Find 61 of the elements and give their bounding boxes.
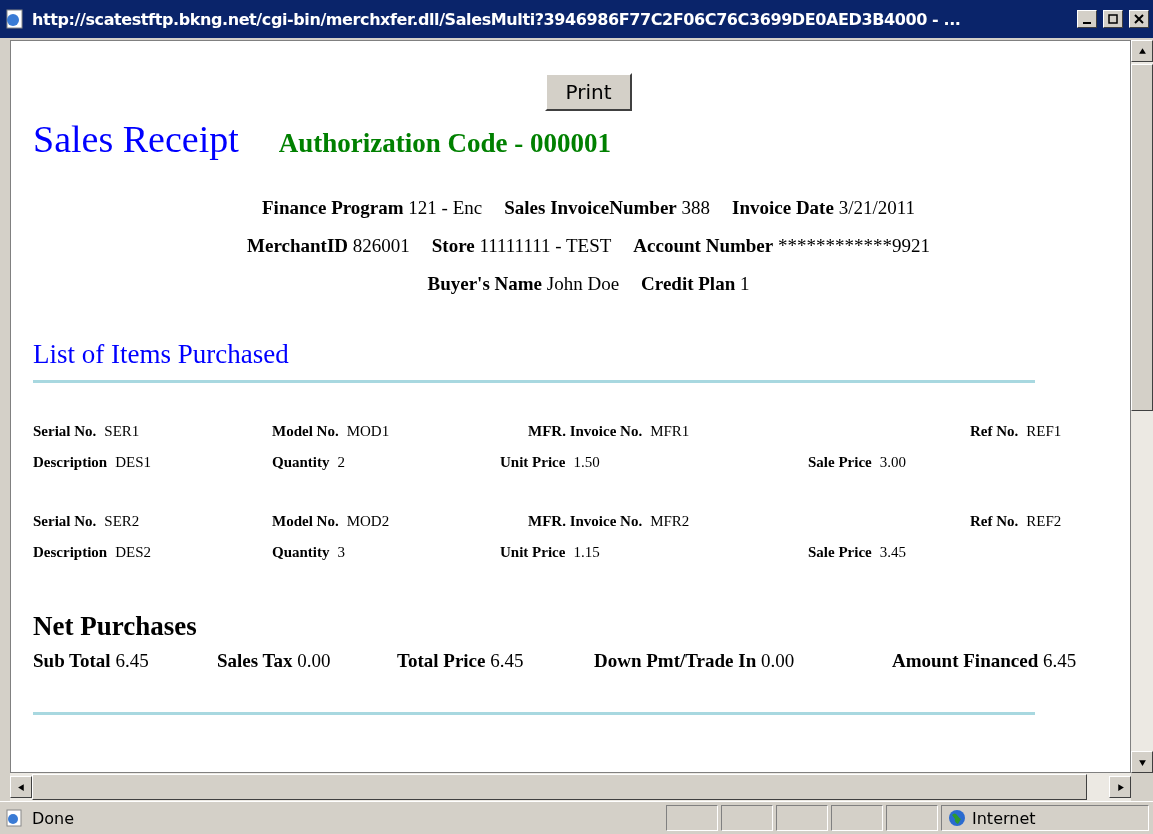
- field-value: Invoice Date 3/21/2011: [732, 197, 915, 219]
- item-field: Sale Price 3.45: [808, 544, 970, 561]
- scroll-down-button[interactable]: [1131, 751, 1153, 773]
- item-field: Model No. MOD2: [272, 513, 500, 530]
- item-field: Sale Price 3.00: [808, 454, 970, 471]
- globe-icon: [948, 809, 966, 827]
- field-value: Account Number ************9921: [633, 235, 930, 257]
- page-icon: [4, 8, 26, 30]
- field-value: Amount Financed 6.45: [892, 650, 1078, 672]
- print-button[interactable]: Print: [545, 73, 632, 111]
- maximize-button[interactable]: [1103, 10, 1123, 28]
- item-field: Description DES1: [33, 454, 272, 471]
- maximize-icon: [1108, 14, 1118, 24]
- window-title: http://scatestftp.bkng.net/cgi-bin/merchxfer.dll/SalesMulti?3946986F77C2F06C76C3699DE0AED3B4000 - ...: [32, 9, 962, 29]
- minimize-icon: [1083, 22, 1091, 24]
- item-field: Quantity 2: [272, 454, 500, 471]
- page-icon: [4, 808, 24, 828]
- section-heading: Net Purchases: [33, 611, 198, 642]
- status-pane: [721, 805, 773, 831]
- item-field: MFR. Invoice No. MFR2: [500, 513, 808, 530]
- scroll-right-button[interactable]: [1109, 776, 1131, 798]
- field-value: Sub Total 6.45: [33, 650, 150, 672]
- status-pane: [776, 805, 828, 831]
- arrow-icon: [1137, 757, 1147, 767]
- arrow-icon: [1115, 782, 1125, 792]
- field-value: MerchantID 826001: [247, 235, 410, 257]
- status-pane: [666, 805, 718, 831]
- close-icon: [1134, 14, 1144, 24]
- scroll-left-button[interactable]: [10, 776, 32, 798]
- item-field: Serial No. SER1: [33, 423, 272, 440]
- close-button[interactable]: [1129, 10, 1149, 28]
- field-value: Sales Tax 0.00: [217, 650, 332, 672]
- page-heading: Sales Receipt: [33, 117, 239, 161]
- field-value: Buyer's Name John Doe: [427, 273, 620, 295]
- field-value: Down Pmt/Trade In 0.00: [594, 650, 796, 672]
- field-value: Finance Program 121 - Enc: [262, 197, 483, 219]
- vertical-scrollbar[interactable]: [1131, 40, 1153, 773]
- status-pane: [886, 805, 938, 831]
- item-field: Model No. MOD1: [272, 423, 500, 440]
- arrow-icon: [1137, 46, 1147, 56]
- item-field: Quantity 3: [272, 544, 500, 561]
- item-field: Unit Price 1.50: [500, 454, 808, 471]
- item-field: Ref No. REF2: [970, 513, 1090, 530]
- scroll-thumb[interactable]: [1131, 64, 1153, 411]
- zone-text: Internet: [972, 808, 1036, 828]
- section-heading: List of Items Purchased: [33, 339, 290, 370]
- item-field: Unit Price 1.15: [500, 544, 808, 561]
- field-value: Store 11111111 - TEST: [431, 235, 612, 257]
- item-field: Description DES2: [33, 544, 272, 561]
- arrow-icon: [16, 782, 26, 792]
- authorization-code: Authorization Code - 000001: [278, 128, 612, 159]
- item-field: MFR. Invoice No. MFR1: [500, 423, 808, 440]
- field-value: Credit Plan 1: [641, 273, 750, 295]
- item-field: Serial No. SER2: [33, 513, 272, 530]
- item-field: Ref No. REF1: [970, 423, 1090, 440]
- scroll-up-button[interactable]: [1131, 40, 1153, 62]
- minimize-button[interactable]: [1077, 10, 1097, 28]
- status-text: Done: [32, 808, 75, 828]
- field-value: Sales InvoiceNumber 388: [504, 197, 711, 219]
- status-pane: [831, 805, 883, 831]
- field-value: Total Price 6.45: [397, 650, 525, 672]
